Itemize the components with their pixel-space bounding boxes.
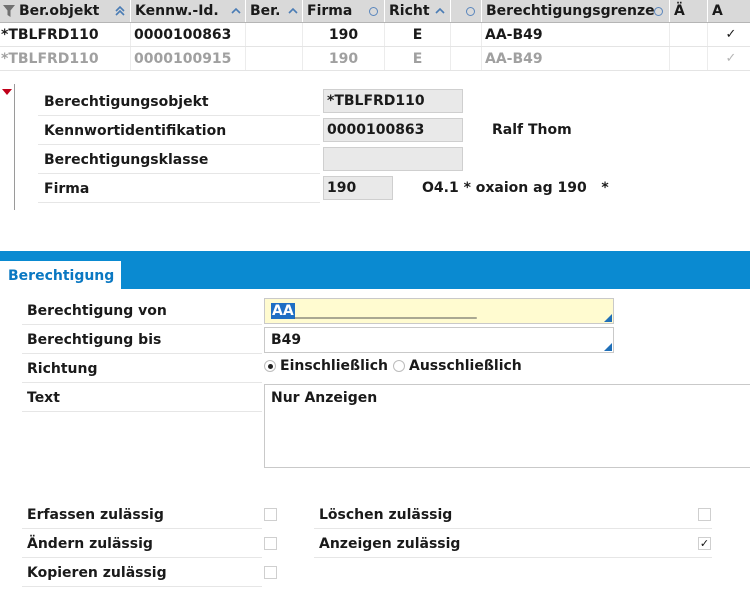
- column-label: Richt: [389, 3, 430, 19]
- firma-field: 190: [323, 176, 393, 200]
- cell-ae: [670, 23, 708, 46]
- cell-ber-objekt: *TBLFRD110: [0, 47, 131, 70]
- column-label: Firma: [307, 3, 353, 19]
- column-header-berechtigungsgrenze[interactable]: Berechtigungsgrenze: [482, 0, 670, 22]
- label-kennwortidentifikation: Kennwortidentifikation: [38, 117, 320, 145]
- column-label: Berechtigungsgrenze: [486, 3, 655, 19]
- column-header-a[interactable]: A: [708, 0, 750, 22]
- radio-einschliesslich[interactable]: Einschließlich: [264, 358, 388, 374]
- double-chevron-up-icon[interactable]: [113, 4, 127, 18]
- column-header-unnamed[interactable]: [451, 0, 482, 22]
- table-row[interactable]: *TBLFRD110 0000100863 190 E AA-B49 ✓: [0, 23, 750, 47]
- cell-firma: 190: [303, 47, 385, 70]
- cell-kennw-id: 0000100915: [131, 47, 246, 70]
- label-berechtigung-von: Berechtigung von: [22, 297, 262, 325]
- erfassen-checkbox[interactable]: [264, 508, 277, 521]
- cell-unnamed: [451, 23, 482, 46]
- circle-icon[interactable]: [369, 7, 378, 16]
- cell-ber: [246, 47, 303, 70]
- grid-header: Ber.objekt Kennw.-Id. Ber. Firma Richt B…: [0, 0, 750, 23]
- radio-label: Einschließlich: [280, 358, 388, 374]
- berechtigung-bis-input[interactable]: B49: [264, 327, 614, 353]
- column-header-kennw-id[interactable]: Kennw.-Id.: [131, 0, 246, 22]
- anzeigen-checkbox[interactable]: ✓: [698, 537, 711, 550]
- cell-richt: E: [385, 47, 451, 70]
- cell-berechtigungsgrenze: AA-B49: [482, 47, 670, 70]
- label-berechtigung-bis: Berechtigung bis: [22, 326, 262, 354]
- label-anzeigen-zulaessig: Anzeigen zulässig: [314, 530, 712, 558]
- berechtigungsklasse-field: [323, 147, 463, 171]
- column-header-ae[interactable]: Ä: [670, 0, 708, 22]
- circle-icon[interactable]: [466, 7, 475, 16]
- cell-a: ✓: [708, 47, 750, 70]
- column-header-ber[interactable]: Ber.: [246, 0, 303, 22]
- expand-marker-icon[interactable]: [2, 89, 12, 95]
- chevron-up-icon[interactable]: [433, 4, 447, 18]
- dropdown-corner-icon[interactable]: [604, 314, 612, 322]
- cell-a: ✓: [708, 23, 750, 46]
- selected-text: AA: [271, 303, 295, 319]
- column-header-richt[interactable]: Richt: [385, 0, 451, 22]
- label-richtung: Richtung: [22, 355, 262, 383]
- cell-ae: [670, 47, 708, 70]
- text-area[interactable]: Nur Anzeigen: [264, 384, 750, 468]
- column-header-firma[interactable]: Firma: [303, 0, 385, 22]
- detail-divider: [14, 84, 15, 210]
- firma-description-text: O4.1 * oxaion ag 190 *: [422, 180, 609, 196]
- radio-label: Ausschließlich: [409, 358, 522, 374]
- column-label: A: [712, 3, 723, 19]
- user-name-text: Ralf Thom: [492, 122, 572, 138]
- label-loeschen-zulaessig: Löschen zulässig: [314, 501, 712, 529]
- radio-ausschliesslich[interactable]: Ausschließlich: [393, 358, 522, 374]
- chevron-up-icon[interactable]: [286, 4, 300, 18]
- label-erfassen-zulaessig: Erfassen zulässig: [22, 501, 262, 529]
- label-kopieren-zulaessig: Kopieren zulässig: [22, 559, 262, 587]
- input-value: B49: [271, 332, 302, 348]
- cell-kennw-id: 0000100863: [131, 23, 246, 46]
- check-icon: ✓: [725, 27, 737, 42]
- tab-berechtigung[interactable]: Berechtigung: [0, 259, 121, 290]
- berechtigung-von-input[interactable]: AA __________________________: [264, 298, 614, 324]
- column-label: Ber.objekt: [19, 3, 100, 19]
- column-label: Ä: [674, 3, 685, 19]
- berechtigungsobjekt-field: *TBLFRD110: [323, 89, 463, 113]
- column-label: Kennw.-Id.: [135, 3, 219, 19]
- cell-ber-objekt: *TBLFRD110: [0, 23, 131, 46]
- check-icon: ✓: [699, 537, 710, 550]
- radio-selected-icon[interactable]: [264, 360, 276, 372]
- check-icon: ✓: [725, 51, 737, 66]
- chevron-up-icon[interactable]: [229, 4, 243, 18]
- filter-icon[interactable]: [2, 4, 16, 18]
- label-firma: Firma: [38, 175, 320, 203]
- aendern-checkbox[interactable]: [264, 537, 277, 550]
- cell-ber: [246, 23, 303, 46]
- input-placeholder-mask: __________________________: [294, 303, 477, 319]
- cell-firma: 190: [303, 23, 385, 46]
- label-berechtigungsklasse: Berechtigungsklasse: [38, 146, 320, 174]
- circle-icon[interactable]: [654, 7, 663, 16]
- cell-richt: E: [385, 23, 451, 46]
- dropdown-corner-icon[interactable]: [604, 343, 612, 351]
- radio-unselected-icon[interactable]: [393, 360, 405, 372]
- table-row[interactable]: *TBLFRD110 0000100915 190 E AA-B49 ✓: [0, 47, 750, 71]
- cell-berechtigungsgrenze: AA-B49: [482, 23, 670, 46]
- loeschen-checkbox[interactable]: [698, 508, 711, 521]
- label-text: Text: [22, 384, 262, 412]
- kennwortidentifikation-field: 0000100863: [323, 118, 463, 142]
- label-berechtigungsobjekt: Berechtigungsobjekt: [38, 88, 320, 116]
- kopieren-checkbox[interactable]: [264, 566, 277, 579]
- label-aendern-zulaessig: Ändern zulässig: [22, 530, 262, 558]
- column-header-ber-objekt[interactable]: Ber.objekt: [0, 0, 131, 22]
- column-label: Ber.: [250, 3, 281, 19]
- cell-unnamed: [451, 47, 482, 70]
